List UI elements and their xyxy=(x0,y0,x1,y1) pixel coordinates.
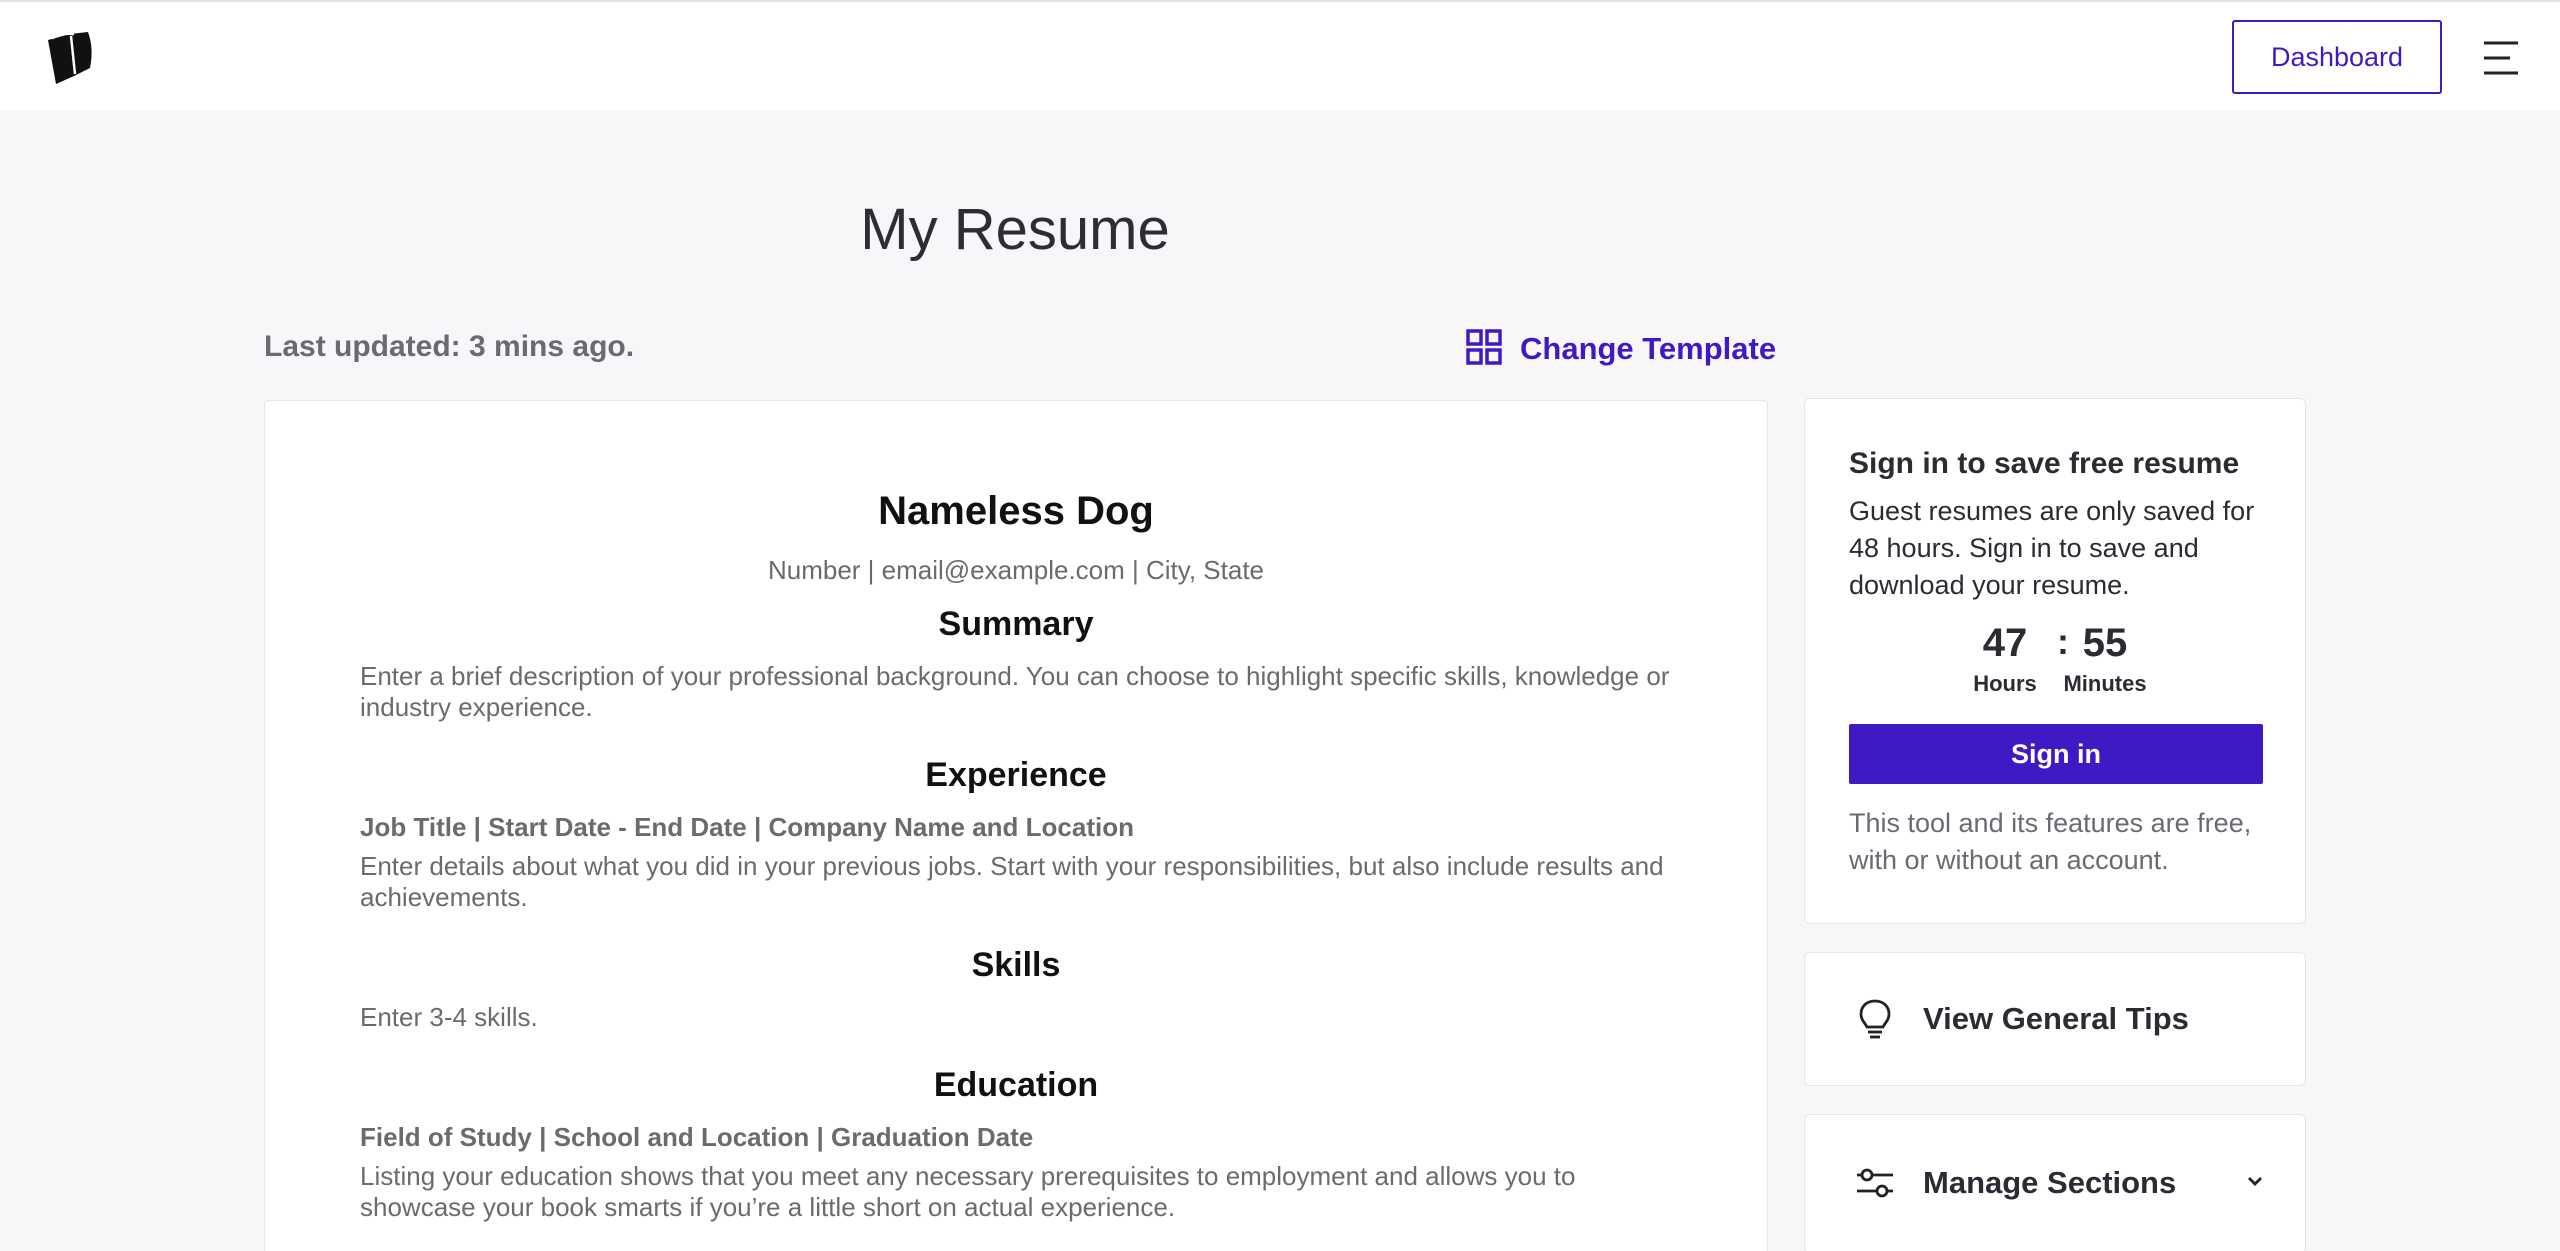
save-countdown-timer: 47 : 55 Hours Minutes xyxy=(1965,621,2165,701)
experience-subheading[interactable]: Job Title | Start Date - End Date | Comp… xyxy=(360,812,1134,843)
signin-card-title: Sign in to save free resume xyxy=(1849,447,2240,480)
view-general-tips-label: View General Tips xyxy=(1923,1001,2189,1036)
grid-layout-icon xyxy=(1466,328,1502,370)
dashboard-button[interactable]: Dashboard xyxy=(2232,20,2442,94)
summary-body[interactable]: Enter a brief description of your profes… xyxy=(360,661,1680,723)
timer-hours: 47 xyxy=(1982,621,2028,665)
signin-button[interactable]: Sign in xyxy=(1849,724,2263,784)
hamburger-menu-icon[interactable] xyxy=(2478,36,2524,80)
last-updated-status: Last updated: 3 mins ago. xyxy=(264,330,635,363)
page-title: My Resume xyxy=(860,197,1170,262)
change-template-label: Change Template xyxy=(1520,331,1777,366)
experience-heading: Experience xyxy=(925,756,1107,794)
signin-card-body: Guest resumes are only saved for 48 hour… xyxy=(1849,496,2255,600)
sliders-icon xyxy=(1853,1161,1897,1205)
manage-sections-label: Manage Sections xyxy=(1923,1165,2177,1200)
timer-hours-label: Hours xyxy=(1973,671,2037,696)
timer-minutes: 55 xyxy=(2082,621,2128,665)
manage-sections-toggle[interactable]: Manage Sections xyxy=(1804,1114,2306,1251)
chevron-down-icon[interactable] xyxy=(2241,1167,2269,1195)
summary-heading: Summary xyxy=(938,605,1094,643)
resume-preview[interactable]: Nameless Dog Number | email@example.com … xyxy=(264,400,1768,1251)
education-subheading[interactable]: Field of Study | School and Location | G… xyxy=(360,1122,1033,1153)
lightbulb-icon xyxy=(1853,997,1897,1041)
book-logo-icon[interactable] xyxy=(44,28,96,86)
education-body[interactable]: Listing your education shows that you me… xyxy=(360,1161,1680,1223)
education-heading: Education xyxy=(933,1066,1099,1104)
signin-card: Sign in to save free resume Guest resume… xyxy=(1804,398,2306,924)
resume-name[interactable]: Nameless Dog xyxy=(265,489,1767,534)
change-template-button[interactable]: Change Template xyxy=(1466,326,1776,372)
top-navigation-bar: Dashboard xyxy=(0,0,2560,110)
skills-body[interactable]: Enter 3-4 skills. xyxy=(360,1002,1680,1033)
experience-body[interactable]: Enter details about what you did in your… xyxy=(360,851,1680,913)
view-general-tips-button[interactable]: View General Tips xyxy=(1804,952,2306,1086)
skills-heading: Skills xyxy=(971,946,1061,984)
resume-contact[interactable]: Number | email@example.com | City, State xyxy=(265,555,1767,586)
timer-minutes-label: Minutes xyxy=(2063,671,2147,696)
signin-card-note: This tool and its features are free, wit… xyxy=(1849,808,2252,875)
